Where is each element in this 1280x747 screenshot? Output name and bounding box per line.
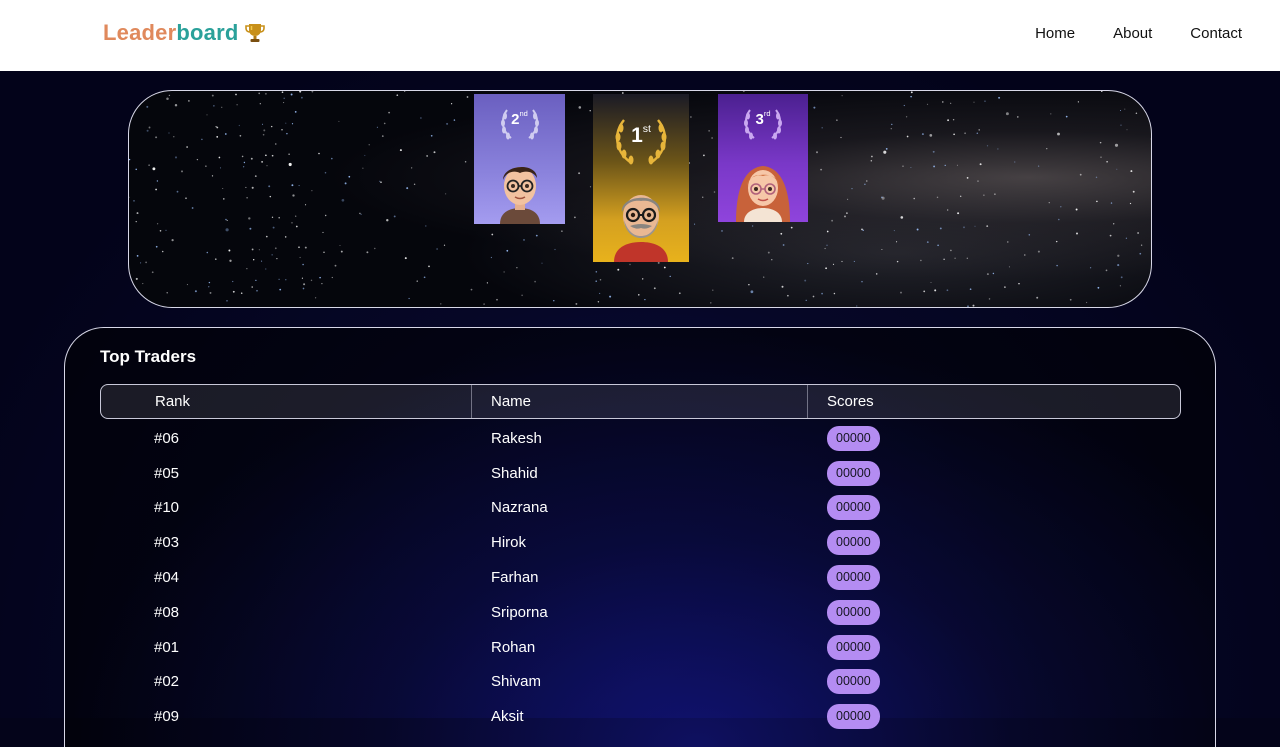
podium-rank-label: 2nd [511, 111, 528, 128]
navbar: Leaderboard Home About Contact [0, 0, 1280, 71]
score-badge: 00000 [827, 669, 880, 694]
column-header-scores[interactable]: Scores [808, 385, 874, 418]
score-badge: 00000 [827, 426, 880, 451]
rank-cell: #08 [100, 604, 471, 621]
table-row[interactable]: #02 Shivam 00000 [100, 665, 1181, 700]
table-row[interactable]: #06 Rakesh 00000 [100, 421, 1181, 456]
score-badge: 00000 [827, 565, 880, 590]
podium-card-first[interactable]: 1st [593, 94, 689, 262]
podium-card-second[interactable]: 2nd [474, 94, 565, 224]
rank-cell: #03 [100, 534, 471, 551]
table-row[interactable]: #01 Rohan 00000 [100, 630, 1181, 665]
column-header-name[interactable]: Name [472, 385, 808, 418]
brand-text-part2: board [176, 20, 238, 46]
name-cell: Aksit [471, 708, 807, 725]
rank-cell: #06 [100, 430, 471, 447]
brand-text-part1: Leader [103, 20, 176, 46]
rank-cell: #04 [100, 569, 471, 586]
trophy-icon [245, 22, 265, 44]
table-row[interactable]: #03 Hirok 00000 [100, 525, 1181, 560]
top-traders-panel: Top Traders Rank Name Scores #06 Rakesh … [64, 327, 1216, 747]
page-body: 2nd 1st [0, 71, 1280, 718]
podium-banner: 2nd 1st [128, 90, 1152, 308]
rank-cell: #01 [100, 639, 471, 656]
score-badge: 00000 [827, 704, 880, 729]
score-badge: 00000 [827, 530, 880, 555]
podium-rank-label: 1st [631, 124, 651, 148]
brand-logo[interactable]: Leaderboard [103, 20, 265, 46]
nav-links: Home About Contact [1035, 25, 1242, 42]
rank-cell: #09 [100, 708, 471, 725]
score-badge: 00000 [827, 461, 880, 486]
nav-about-link[interactable]: About [1113, 25, 1152, 42]
podium-card-third[interactable]: 3rd [718, 94, 808, 222]
avatar [608, 182, 674, 262]
rank-cell: #05 [100, 465, 471, 482]
table-row[interactable]: #10 Nazrana 00000 [100, 491, 1181, 526]
name-cell: Nazrana [471, 499, 807, 516]
podium-rank-label: 3rd [755, 111, 770, 128]
name-cell: Rakesh [471, 430, 807, 447]
avatar [490, 156, 550, 224]
table-row[interactable]: #05 Shahid 00000 [100, 456, 1181, 491]
column-header-rank[interactable]: Rank [101, 385, 472, 418]
table-header: Rank Name Scores [100, 384, 1181, 419]
table-body: #06 Rakesh 00000 #05 Shahid 00000 #10 Na… [100, 421, 1181, 734]
table-row[interactable]: #09 Aksit 00000 [100, 699, 1181, 734]
score-badge: 00000 [827, 600, 880, 625]
name-cell: Farhan [471, 569, 807, 586]
score-badge: 00000 [827, 635, 880, 660]
name-cell: Hirok [471, 534, 807, 551]
name-cell: Shivam [471, 673, 807, 690]
name-cell: Sriporna [471, 604, 807, 621]
table-row[interactable]: #04 Farhan 00000 [100, 560, 1181, 595]
nav-contact-link[interactable]: Contact [1190, 25, 1242, 42]
name-cell: Shahid [471, 465, 807, 482]
panel-title: Top Traders [100, 347, 196, 367]
table-row[interactable]: #08 Sriporna 00000 [100, 595, 1181, 630]
avatar [732, 154, 794, 222]
nav-home-link[interactable]: Home [1035, 25, 1075, 42]
score-badge: 00000 [827, 495, 880, 520]
name-cell: Rohan [471, 639, 807, 656]
rank-cell: #02 [100, 673, 471, 690]
rank-cell: #10 [100, 499, 471, 516]
